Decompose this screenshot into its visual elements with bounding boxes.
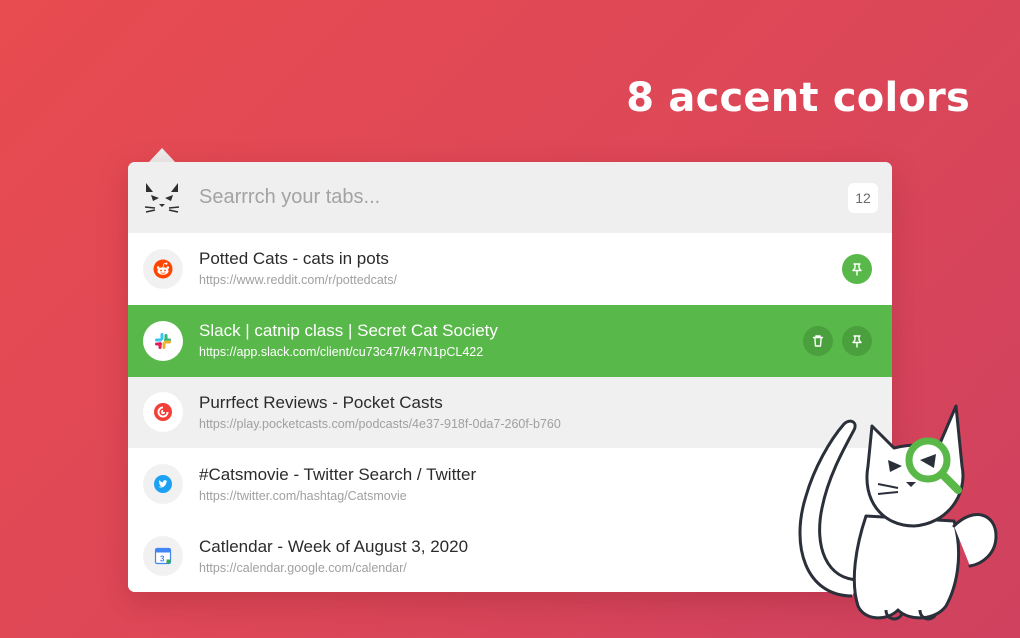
svg-text:3: 3	[160, 554, 165, 563]
unpin-button[interactable]	[842, 253, 872, 284]
tab-switcher-popup: 12 Potted Cats - cats in pots https://ww…	[128, 162, 892, 592]
tab-row[interactable]: #Catsmovie - Twitter Search / Twitter ht…	[128, 448, 892, 521]
close-tab-button[interactable]	[803, 325, 833, 356]
tab-url: https://app.slack.com/client/cu73c47/k47…	[199, 345, 484, 360]
pin-icon	[852, 334, 862, 348]
pin-icon	[852, 263, 862, 276]
trash-icon	[812, 334, 824, 347]
tab-row[interactable]: 3 Catlendar - Week of August 3, 2020 htt…	[128, 520, 892, 592]
reddit-icon	[143, 248, 183, 289]
twitter-icon	[143, 464, 183, 505]
tab-title: Slack | catnip class | Secret Cat Societ…	[199, 321, 498, 341]
search-input[interactable]	[199, 177, 848, 218]
tab-title: Potted Cats - cats in pots	[199, 249, 389, 269]
cat-logo-icon	[144, 182, 180, 213]
pin-button[interactable]	[842, 325, 872, 356]
tab-row[interactable]: Slack | catnip class | Secret Cat Societ…	[128, 304, 892, 377]
tab-url: https://www.reddit.com/r/pottedcats/	[199, 273, 397, 288]
tab-row[interactable]: Purrfect Reviews - Pocket Casts https://…	[128, 376, 892, 449]
search-bar: 12	[128, 162, 892, 233]
headline: 8 accent colors	[626, 75, 970, 121]
popup-arrow	[148, 148, 176, 163]
google-calendar-icon: 3	[143, 536, 183, 577]
tab-row[interactable]: Potted Cats - cats in pots https://www.r…	[128, 233, 892, 305]
slack-icon	[143, 320, 183, 361]
tab-count-badge: 12	[848, 182, 878, 213]
pocketcasts-icon	[143, 392, 183, 433]
cat-mascot-illustration	[798, 404, 998, 621]
